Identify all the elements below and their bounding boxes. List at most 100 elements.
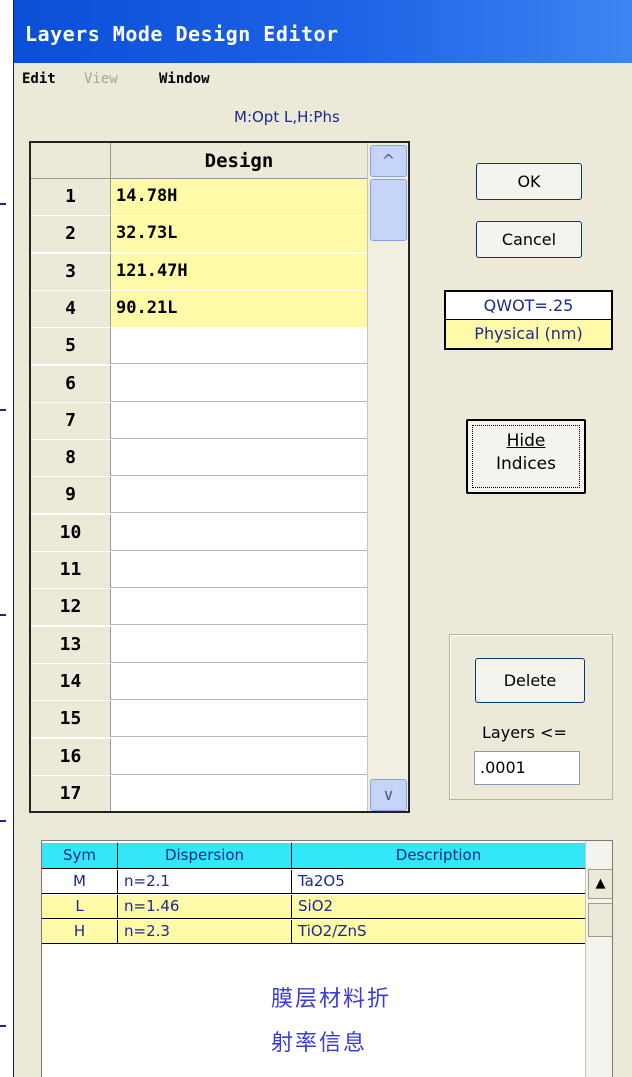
title-bar[interactable]: Layers Mode Design Editor — [14, 0, 632, 63]
design-column-header: Design — [111, 143, 367, 179]
grid-row[interactable]: 2 32.73L — [31, 216, 367, 253]
material-row[interactable]: Hn=2.3 TiO2/ZnS — [42, 920, 585, 944]
scroll-down-icon[interactable]: ∨ — [370, 779, 407, 811]
grid-row[interactable]: 17 — [31, 775, 367, 811]
material-description: TiO2/ZnS — [298, 922, 367, 940]
design-grid[interactable]: Design 1 14.78H 2 32.73L 3 121.47H 4 90.21L 5 6 7 8… — [29, 141, 410, 813]
grid-row[interactable]: 5 — [31, 328, 367, 365]
row-number[interactable]: 3 — [31, 253, 111, 290]
design-cell[interactable]: 121.47H — [111, 253, 367, 290]
row-number[interactable]: 6 — [31, 365, 111, 402]
row-number[interactable]: 16 — [31, 738, 111, 775]
hide-indices-button[interactable]: Hide Indices — [466, 419, 586, 494]
material-row[interactable]: Ln=1.46 SiO2 — [42, 895, 585, 919]
grid-row[interactable]: 12 — [31, 589, 367, 626]
grid-row[interactable]: 3 121.47H — [31, 253, 367, 290]
materials-scrollbar[interactable]: ▲ — [585, 841, 612, 1077]
qwot-option[interactable]: QWOT=.25 — [446, 292, 611, 320]
materials-header: Sym Dispersion Description — [42, 843, 585, 869]
material-sym: L — [42, 895, 118, 918]
hide-label-line2: Indices — [496, 454, 556, 474]
edge-tick — [0, 614, 6, 616]
menu-bar: Edit View Window — [14, 63, 632, 95]
row-number[interactable]: 14 — [31, 663, 111, 700]
design-cell[interactable] — [111, 664, 367, 700]
design-cell[interactable] — [111, 403, 367, 439]
design-cell[interactable] — [111, 627, 367, 663]
physical-option[interactable]: Physical (nm) — [446, 320, 611, 348]
units-box[interactable]: QWOT=.25 Physical (nm) — [444, 290, 613, 350]
materials-scroll-thumb[interactable] — [588, 903, 612, 937]
edge-tick — [0, 820, 6, 822]
material-sym: H — [42, 920, 118, 943]
row-number[interactable]: 12 — [31, 589, 111, 626]
hide-indices-label: Hide Indices — [468, 430, 584, 476]
grid-row[interactable]: 1 14.78H — [31, 179, 367, 215]
design-cell[interactable]: 90.21L — [111, 290, 367, 327]
scroll-up-arrow-icon[interactable]: ▲ — [588, 869, 612, 899]
design-cell[interactable] — [111, 701, 367, 737]
editor-window: Layers Mode Design Editor Edit View Wind… — [13, 0, 632, 1077]
design-cell[interactable]: 32.73L — [111, 216, 367, 253]
material-row[interactable]: Mn=2.1 Ta2O5 — [42, 870, 585, 894]
design-cell[interactable] — [111, 328, 367, 364]
material-dispersion: n=1.46 — [118, 895, 292, 918]
design-cell[interactable] — [111, 589, 367, 625]
row-number[interactable]: 8 — [31, 440, 111, 477]
ok-button[interactable]: OK — [476, 163, 582, 200]
row-number[interactable]: 7 — [31, 402, 111, 439]
mode-label: M:Opt L,H:Phs — [234, 108, 340, 126]
design-cell[interactable] — [111, 477, 367, 513]
row-number[interactable]: 2 — [31, 216, 111, 253]
design-cell[interactable] — [111, 776, 367, 811]
delete-button[interactable]: Delete — [475, 658, 585, 703]
hide-label-line1: Hide — [506, 431, 546, 451]
grid-row[interactable]: 15 — [31, 701, 367, 738]
menu-edit[interactable]: Edit — [22, 71, 56, 87]
row-number[interactable]: 11 — [31, 552, 111, 588]
grid-scroll-thumb[interactable] — [370, 179, 407, 241]
material-dispersion: n=2.3 — [118, 920, 292, 943]
grid-vertical-scrollbar[interactable]: ^ ∨ — [367, 143, 408, 811]
material-dispersion: n=2.1 — [118, 870, 292, 893]
row-number[interactable]: 17 — [31, 775, 111, 811]
grid-corner-header — [31, 143, 111, 179]
grid-row[interactable]: 4 90.21L — [31, 290, 367, 327]
col-sym-header: Sym — [42, 843, 118, 868]
grid-row[interactable]: 9 — [31, 477, 367, 514]
annotation-line2: 射率信息 — [271, 1031, 368, 1056]
materials-table[interactable]: Sym Dispersion Description Mn=2.1 Ta2O5 Ln… — [41, 840, 613, 1077]
design-cell[interactable] — [111, 552, 367, 588]
row-number[interactable]: 1 — [31, 179, 111, 215]
grid-row[interactable]: 14 — [31, 663, 367, 700]
design-cell[interactable] — [111, 739, 367, 775]
design-cell[interactable] — [111, 440, 367, 476]
menu-window[interactable]: Window — [159, 71, 210, 87]
scroll-up-icon[interactable]: ^ — [370, 145, 407, 177]
edge-tick — [0, 409, 6, 411]
threshold-input[interactable]: .0001 — [474, 751, 580, 785]
grid-row[interactable]: 8 — [31, 440, 367, 477]
material-sym: M — [42, 870, 118, 893]
grid-row[interactable]: 13 — [31, 626, 367, 663]
row-number[interactable]: 9 — [31, 477, 111, 514]
grid-row[interactable]: 16 — [31, 738, 367, 775]
row-number[interactable]: 5 — [31, 328, 111, 365]
grid-row[interactable]: 6 — [31, 365, 367, 402]
annotation-line1: 膜层材料折 — [271, 987, 392, 1012]
grid-row[interactable]: 10 — [31, 514, 367, 551]
grid-row[interactable]: 11 — [31, 552, 367, 588]
cancel-button[interactable]: Cancel — [476, 221, 582, 258]
window-title: Layers Mode Design Editor — [25, 22, 339, 46]
row-number[interactable]: 15 — [31, 701, 111, 738]
row-number[interactable]: 13 — [31, 626, 111, 663]
design-cell[interactable] — [111, 366, 367, 402]
design-cell[interactable] — [111, 515, 367, 551]
edge-tick — [0, 203, 6, 205]
design-cell[interactable]: 14.78H — [111, 179, 367, 215]
row-number[interactable]: 10 — [31, 514, 111, 551]
row-number[interactable]: 4 — [31, 290, 111, 327]
material-description: SiO2 — [298, 897, 334, 915]
grid-row[interactable]: 7 — [31, 402, 367, 439]
layers-label: Layers <= — [482, 723, 567, 742]
